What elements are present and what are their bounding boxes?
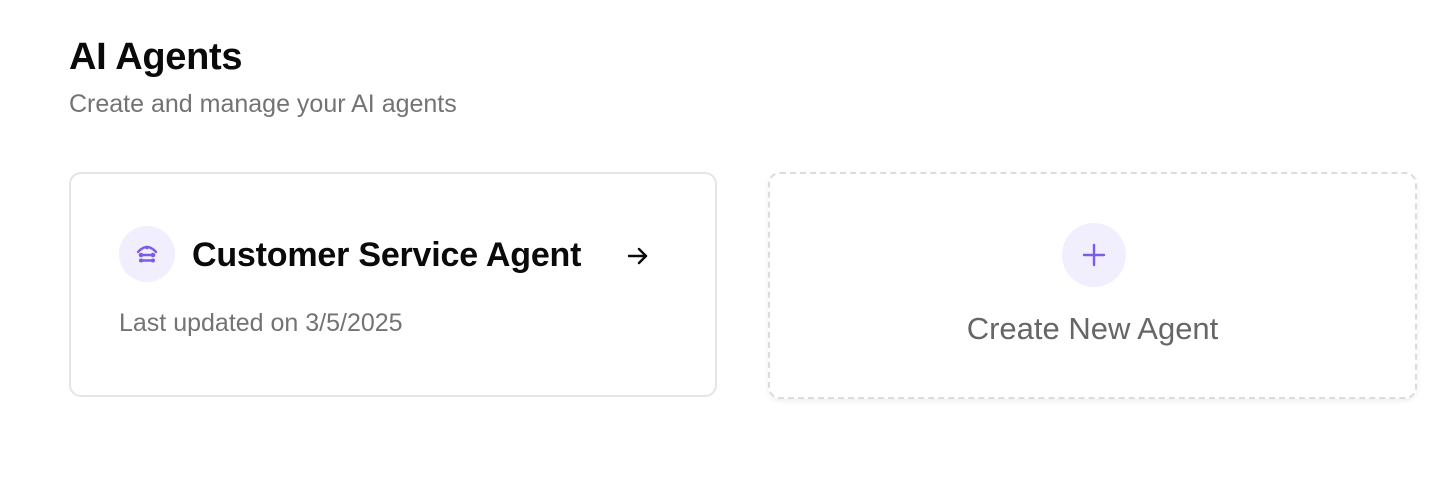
agents-page: AI Agents Create and manage your AI agen… — [0, 0, 1450, 494]
create-new-agent-label: Create New Agent — [966, 311, 1219, 346]
agent-avatar — [119, 226, 175, 282]
bot-icon — [136, 245, 158, 263]
agent-name: Customer Service Agent — [192, 236, 582, 274]
plus-circle — [1062, 223, 1126, 287]
agent-last-updated: Last updated on 3/5/2025 — [119, 309, 403, 337]
page-title: AI Agents — [69, 36, 243, 78]
create-new-agent-button[interactable]: Create New Agent — [768, 172, 1417, 399]
arrow-right-icon[interactable] — [624, 242, 652, 270]
plus-icon — [1082, 243, 1106, 267]
agent-card-customer-service[interactable]: Customer Service Agent Last updated on 3… — [69, 172, 717, 397]
page-subtitle: Create and manage your AI agents — [69, 90, 457, 118]
